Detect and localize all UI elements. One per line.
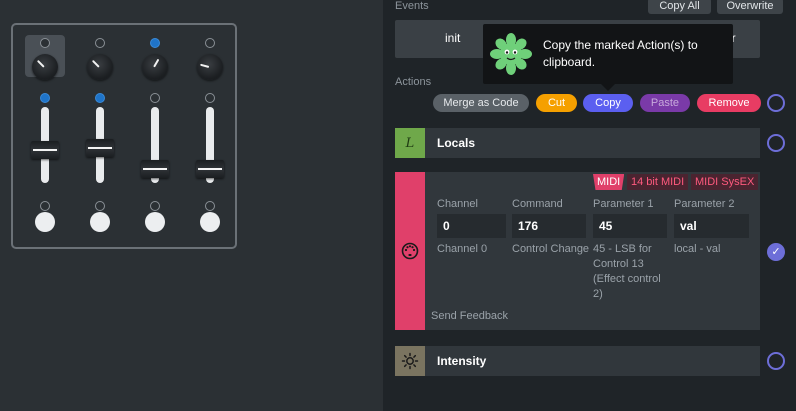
fader-cap[interactable] <box>141 160 169 178</box>
mixer-channel-3 <box>135 25 175 247</box>
knob-indicator <box>91 59 100 68</box>
tab-14bit-midi[interactable]: 14 bit MIDI <box>627 174 689 190</box>
remove-button[interactable]: Remove <box>697 94 761 112</box>
action-locals[interactable]: L Locals <box>395 128 760 158</box>
parameter1-desc: 45 - LSB for Control 13 (Effect control … <box>593 243 661 300</box>
knob-led <box>205 38 215 48</box>
command-desc: Control Change <box>512 243 590 255</box>
mixer-channel-2 <box>80 25 120 247</box>
knob-indicator <box>36 59 45 68</box>
tooltip-text: Copy the marked Action(s) to clipboard. <box>543 38 698 69</box>
intensity-title: Intensity <box>437 354 487 368</box>
rotary-knob[interactable] <box>197 54 223 80</box>
knob-indicator <box>200 63 210 68</box>
push-button[interactable] <box>200 212 220 232</box>
merge-as-code-button[interactable]: Merge as Code <box>433 94 529 112</box>
button-led <box>150 201 160 211</box>
parameter2-input[interactable]: val <box>674 214 749 238</box>
send-feedback-label[interactable]: Send Feedback <box>431 310 508 322</box>
channel-input[interactable]: 0 <box>437 214 506 238</box>
fader-led <box>205 93 215 103</box>
sun-icon <box>395 346 425 376</box>
copy-button[interactable]: Copy <box>583 94 633 112</box>
action-intensity[interactable]: Intensity <box>395 346 760 376</box>
action-midi[interactable]: MIDI 14 bit MIDI MIDI SysEX Channel 0 Ch… <box>395 172 760 330</box>
knob-led <box>40 38 50 48</box>
command-input[interactable]: 176 <box>512 214 586 238</box>
knob-indicator <box>153 58 160 68</box>
parameter2-desc: local - val <box>674 243 721 255</box>
tooltip-arrow <box>601 84 615 91</box>
actions-label: Actions <box>395 76 432 88</box>
parameter2-label: Parameter 2 <box>674 198 735 210</box>
cut-button[interactable]: Cut <box>536 94 577 112</box>
knob-led <box>95 38 105 48</box>
command-label: Command <box>512 198 563 210</box>
locals-title: Locals <box>437 136 476 150</box>
fader-led <box>40 93 50 103</box>
fader-cap[interactable] <box>86 139 114 157</box>
mixer-channel-4 <box>190 25 230 247</box>
parameter1-label: Parameter 1 <box>593 198 654 210</box>
fader-cap[interactable] <box>31 141 59 159</box>
locals-icon: L <box>395 128 425 158</box>
copy-tooltip: Copy the marked Action(s) to clipboard. <box>483 24 733 91</box>
mixer-panel <box>11 23 237 249</box>
midi-select-radio[interactable]: ✓ <box>767 243 785 261</box>
push-button[interactable] <box>145 212 165 232</box>
tab-midi[interactable]: MIDI <box>593 174 625 190</box>
button-led <box>40 201 50 211</box>
midi-connector-icon <box>401 242 419 260</box>
rotary-knob[interactable] <box>87 54 113 80</box>
push-button[interactable] <box>35 212 55 232</box>
rotary-knob[interactable] <box>142 54 168 80</box>
select-all-radio[interactable] <box>767 94 785 112</box>
rotary-knob[interactable] <box>32 54 58 80</box>
tab-midi-sysex[interactable]: MIDI SysEX <box>691 174 759 190</box>
mascot-icon <box>490 33 532 75</box>
parameter1-input[interactable]: 45 <box>593 214 667 238</box>
event-init[interactable]: init <box>445 31 460 45</box>
overwrite-button[interactable]: Overwrite <box>717 0 783 14</box>
fader-led <box>150 93 160 103</box>
locals-select-radio[interactable] <box>767 134 785 152</box>
fader-led <box>95 93 105 103</box>
button-led <box>95 201 105 211</box>
channel-label: Channel <box>437 198 478 210</box>
mixer-channel-1 <box>25 25 65 247</box>
midi-side-bar <box>395 172 425 330</box>
fader-cap[interactable] <box>196 160 224 178</box>
events-label: Events <box>395 0 429 12</box>
button-led <box>205 201 215 211</box>
intensity-select-radio[interactable] <box>767 352 785 370</box>
push-button[interactable] <box>90 212 110 232</box>
channel-desc: Channel 0 <box>437 243 488 255</box>
knob-led <box>150 38 160 48</box>
copy-all-button[interactable]: Copy All <box>648 0 711 14</box>
paste-button[interactable]: Paste <box>640 94 690 112</box>
